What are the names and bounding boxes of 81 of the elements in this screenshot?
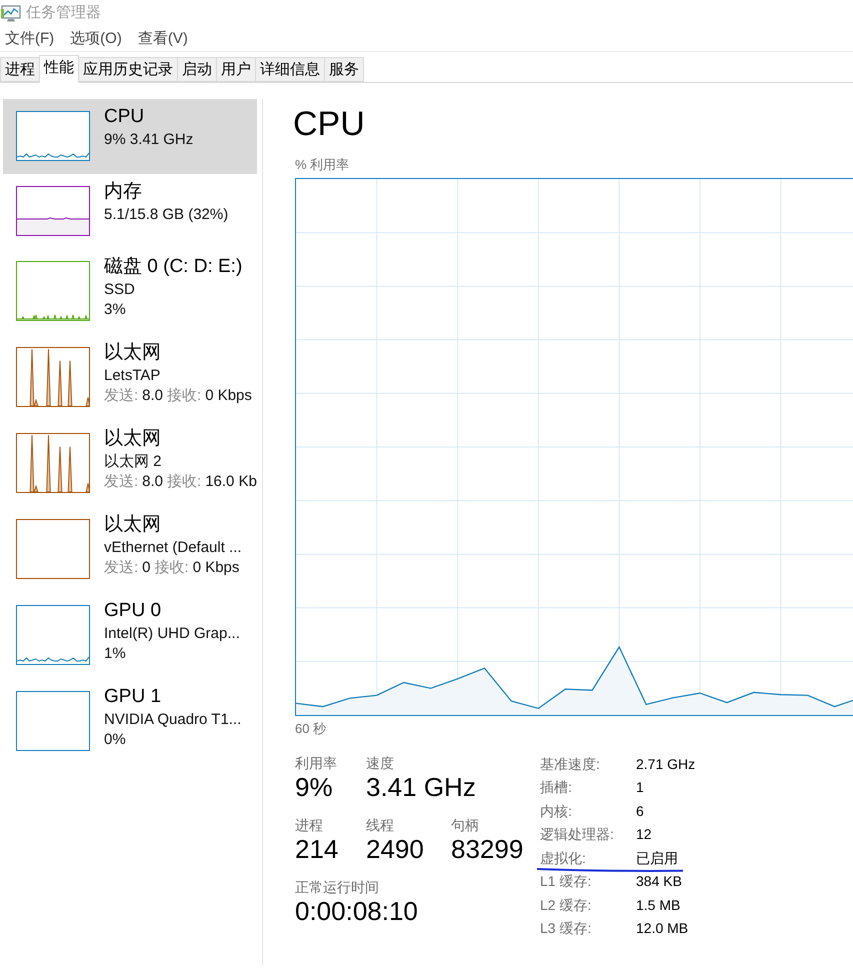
- item-title: 以太网: [104, 427, 161, 451]
- item-title: CPU: [104, 105, 144, 129]
- sidebar-item[interactable]: 以太网 LetsTAP 发送: 8.0 接收: 0 Kbps: [3, 335, 257, 421]
- graph-label: % 利用率: [295, 156, 350, 174]
- sidebar-item[interactable]: 以太网 vEthernet (Default ... 发送: 0 接收: 0 Kbps: [3, 507, 257, 593]
- item-subtitle: LetsTAP: [104, 366, 160, 386]
- detail-label: 内核:: [540, 802, 572, 820]
- send-value: 8.0: [142, 472, 164, 492]
- send-label: 发送:: [104, 386, 138, 406]
- stat-value: 9%: [295, 772, 333, 802]
- sidebar-item[interactable]: 以太网 以太网 2 发送: 8.0 接收: 16.0 Kb: [3, 421, 257, 507]
- window-title: 任务管理器: [26, 3, 101, 23]
- item-title: 以太网: [104, 341, 161, 365]
- send-label: 发送:: [104, 558, 138, 578]
- detail-label: 插槽:: [540, 778, 572, 796]
- menu-item[interactable]: 查看(V): [132, 28, 193, 48]
- detail-value: 1.5 MB: [636, 896, 680, 914]
- tab[interactable]: 启动: [177, 57, 217, 82]
- tab[interactable]: 详细信息: [255, 57, 325, 82]
- tab[interactable]: 性能: [39, 55, 79, 83]
- item-subtitle: 以太网 2: [104, 452, 162, 472]
- receive-label: 接收:: [167, 386, 202, 406]
- item-detail: 1%: [104, 644, 126, 664]
- sidebar-item[interactable]: CPU 9% 3.41 GHz: [3, 99, 257, 174]
- item-title: GPU 1: [104, 685, 162, 709]
- stat-label: 进程: [295, 816, 323, 834]
- item-subtitle: 9% 3.41 GHz: [104, 130, 194, 150]
- send-value: 0: [142, 558, 151, 578]
- receive-value: 16.0 Kb: [205, 472, 257, 492]
- detail-value: 384 KB: [636, 872, 682, 890]
- sidebar-item[interactable]: GPU 1 NVIDIA Quadro T1... 0%: [3, 679, 257, 765]
- detail-label: 虚拟化:: [540, 848, 586, 867]
- tab[interactable]: 进程: [0, 57, 40, 82]
- detail-value: 已启用: [636, 848, 678, 867]
- send-value: 8.0: [142, 386, 164, 406]
- item-title: 内存: [104, 180, 142, 204]
- item-title: 以太网: [104, 513, 161, 537]
- receive-value: 0 Kbps: [192, 558, 240, 578]
- stat-value: 0:00:08:10: [295, 896, 418, 926]
- tab[interactable]: 应用历史记录: [78, 57, 178, 82]
- detail-label: L1 缓存:: [540, 872, 592, 890]
- item-subtitle: Intel(R) UHD Grap...: [104, 624, 240, 644]
- detail-label: 基准速度:: [540, 754, 600, 773]
- item-subtitle: SSD: [104, 280, 135, 300]
- time-label: 60 秒: [295, 720, 326, 738]
- item-subtitle: 5.1/15.8 GB (32%): [104, 205, 228, 225]
- item-subtitle: vEthernet (Default ...: [104, 538, 242, 558]
- receive-value: 0 Kbps: [205, 386, 252, 406]
- item-detail: 3%: [104, 300, 126, 320]
- stat-value: 2490: [366, 834, 424, 864]
- detail-value: 2.71 GHz: [636, 754, 696, 773]
- detail-value: 12.0 MB: [636, 919, 688, 938]
- stat-label: 线程: [366, 816, 394, 834]
- menu-item[interactable]: 选项(O): [65, 28, 127, 48]
- menu-item[interactable]: 文件(F): [0, 28, 60, 48]
- stat-value: 3.41 GHz: [366, 772, 476, 802]
- receive-label: 接收:: [154, 558, 189, 578]
- sidebar-item[interactable]: 内存 5.1/15.8 GB (32%): [3, 174, 257, 249]
- item-title: 磁盘 0 (C: D: E:): [104, 255, 242, 279]
- sidebar-item[interactable]: GPU 0 Intel(R) UHD Grap... 1%: [3, 593, 257, 679]
- stat-label: 正常运行时间: [295, 878, 379, 896]
- detail-label: L2 缓存:: [540, 896, 592, 914]
- item-detail: 0%: [104, 730, 126, 750]
- receive-label: 接收:: [167, 472, 202, 492]
- detail-value: 6: [636, 802, 644, 820]
- detail-label: 逻辑处理器:: [540, 825, 614, 844]
- item-subtitle: NVIDIA Quadro T1...: [104, 710, 242, 730]
- detail-value: 12: [636, 825, 652, 844]
- tab[interactable]: 服务: [324, 57, 364, 82]
- page-title: CPU: [293, 104, 365, 144]
- stat-label: 句柄: [451, 816, 479, 834]
- stat-value: 83299: [451, 834, 524, 864]
- stat-label: 速度: [366, 754, 394, 772]
- tab[interactable]: 用户: [216, 57, 256, 82]
- sidebar-item[interactable]: 磁盘 0 (C: D: E:) SSD 3%: [3, 249, 257, 335]
- item-title: GPU 0: [104, 599, 162, 623]
- stat-label: 利用率: [295, 754, 337, 772]
- detail-label: L3 缓存:: [540, 919, 592, 938]
- detail-value: 1: [636, 778, 644, 796]
- send-label: 发送:: [104, 472, 138, 492]
- stat-value: 214: [295, 834, 338, 864]
